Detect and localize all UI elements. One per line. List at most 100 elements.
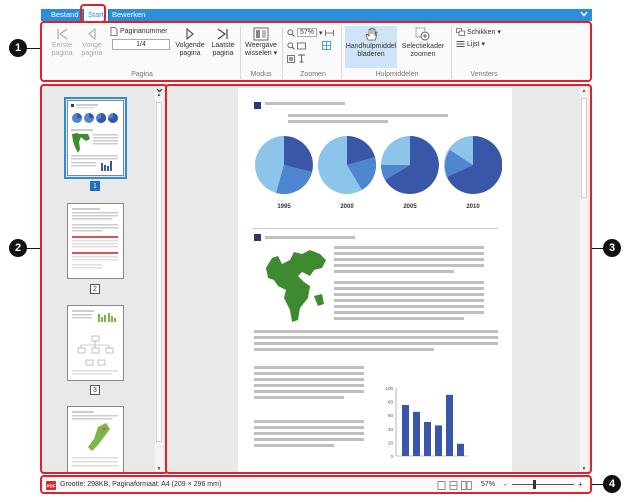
chevron-down-icon[interactable]	[580, 10, 588, 18]
list-label: Lijst	[467, 40, 480, 48]
bar-chart-tick-label: 60	[388, 413, 394, 418]
bar-chart-bar	[424, 422, 431, 456]
section-marker	[254, 102, 261, 109]
group-label-modus: Modus	[250, 71, 272, 78]
actual-size-icon[interactable]	[322, 41, 331, 50]
list-button[interactable]: Lijst ▾	[456, 40, 485, 48]
bar-chart-tick-label: 20	[388, 440, 394, 445]
zoom-in-button[interactable]: +	[578, 480, 583, 489]
text-placeholder	[288, 114, 448, 117]
group-label-hulpmiddelen: Hulpmiddelen	[375, 71, 419, 78]
bar-chart-bar	[402, 405, 409, 456]
svg-text:PDF: PDF	[47, 484, 56, 489]
zoom-dropdown-caret-icon[interactable]: ▾	[319, 29, 323, 37]
zoom-value-field[interactable]: 57%	[297, 28, 318, 37]
callout-2: 2	[9, 239, 27, 257]
tab-bewerken[interactable]: Bewerken	[108, 9, 149, 21]
document-scrollbar[interactable]: ▲ ▼	[580, 88, 588, 472]
thumbnail-scrollbar[interactable]: ▲ ▼	[155, 92, 163, 472]
document-info: Grootte: 298KB, Paginaformaat: A4 (209 ×…	[60, 481, 222, 488]
scroll-thumb[interactable]	[581, 98, 587, 198]
two-page-view-icon[interactable]	[461, 481, 472, 490]
thumbnail-number-1: 1	[90, 181, 100, 191]
bar-chart-tick-label: 0	[390, 454, 393, 459]
group-label-pagina: Pagina	[131, 71, 153, 78]
fit-width-icon[interactable]	[324, 29, 334, 37]
previous-page-icon	[88, 27, 96, 41]
list-icon	[456, 41, 465, 47]
status-zoom-value: 57%	[481, 481, 496, 488]
select-zoom-button[interactable]: Selectiekader zoomen	[400, 27, 446, 59]
thumbnail-number-3: 3	[90, 385, 100, 395]
last-page-button[interactable]: Laatste pagina	[208, 27, 238, 58]
callout-4: 4	[603, 475, 621, 493]
ribbon-separator	[240, 27, 241, 79]
next-page-label: Volgende pagina	[175, 42, 205, 57]
group-label-vensters: Vensters	[470, 71, 498, 78]
thumbnail-page-3[interactable]	[67, 305, 124, 381]
document-view: 1995 2000 2005 2010 100 80 60 40 20 0 ▲ …	[165, 84, 592, 474]
zoom-slider-thumb[interactable]	[532, 480, 536, 489]
tab-bestand[interactable]: Bestand	[47, 9, 83, 21]
bar-chart-tick-label: 100	[385, 386, 393, 391]
fit-page-icon[interactable]	[297, 42, 306, 50]
document-page: 1995 2000 2005 2010 100 80 60 40 20 0	[238, 88, 512, 472]
arrange-windows-icon	[456, 28, 465, 36]
heading-placeholder	[265, 236, 355, 239]
zoom-in-icon[interactable]	[287, 28, 295, 37]
thumbnail-preview	[72, 208, 118, 269]
scroll-thumb[interactable]	[156, 102, 162, 442]
callout-connector	[26, 48, 40, 49]
page-number-input[interactable]: 1/4	[112, 39, 170, 50]
view-switch-button[interactable]: Weergave wisselen ▾	[244, 27, 278, 58]
fit-visible-icon[interactable]	[287, 54, 295, 63]
mini-bar-chart: 100 80 60 40 20 0	[385, 386, 468, 459]
bar-chart-tick-label: 40	[388, 427, 394, 432]
bar-chart-bar	[446, 394, 453, 456]
scroll-up-icon[interactable]: ▲	[156, 92, 162, 98]
bar-chart-bar	[435, 425, 442, 456]
page-icon	[110, 27, 118, 36]
thumbnail-page-1[interactable]	[64, 97, 127, 179]
arrange-button[interactable]: Schikken ▾	[456, 28, 501, 36]
hand-tool-button[interactable]: Handhulpmiddel bladeren	[345, 27, 397, 59]
scroll-up-icon[interactable]: ▲	[581, 88, 587, 94]
zoom-out-icon[interactable]	[287, 41, 295, 50]
dropdown-caret-icon: ▾	[497, 29, 501, 36]
select-zoom-label: Selectiekader zoomen	[401, 43, 445, 58]
bar-chart-tick-label: 80	[388, 400, 394, 405]
first-page-button[interactable]: Eerste pagina	[48, 27, 76, 58]
pie-2005	[380, 136, 439, 194]
thumbnail-number-2: 2	[90, 284, 100, 294]
bar-chart-bar	[457, 443, 464, 456]
zoom-slider-track[interactable]	[512, 484, 574, 485]
zoom-row-3	[287, 54, 306, 63]
text-select-icon[interactable]	[297, 54, 306, 63]
previous-page-button[interactable]: Vorige pagina	[78, 27, 106, 58]
next-page-button[interactable]: Volgende pagina	[172, 27, 208, 58]
dropdown-caret-icon: ▾	[271, 50, 278, 57]
arrange-label: Schikken	[467, 28, 496, 36]
bar-chart-bar	[413, 411, 420, 456]
first-page-icon	[57, 28, 68, 40]
group-label-zoomen: Zoomen	[300, 71, 326, 78]
zoom-out-button[interactable]: -	[504, 480, 507, 489]
thumbnail-preview	[71, 104, 118, 171]
status-bar: PDF Grootte: 298KB, Paginaformaat: A4 (2…	[40, 475, 592, 494]
scroll-down-icon[interactable]: ▼	[581, 466, 587, 472]
thumbnail-page-2[interactable]	[67, 203, 124, 279]
single-page-view-icon[interactable]	[437, 481, 446, 490]
thumbnail-preview	[72, 310, 118, 375]
pdf-icon: PDF	[46, 481, 56, 490]
ribbon: Eerste pagina Vorige pagina Paginanummer…	[40, 21, 592, 82]
scroll-down-icon[interactable]: ▼	[156, 466, 162, 472]
thumbnail-preview	[72, 411, 118, 467]
continuous-view-icon[interactable]	[449, 481, 458, 490]
year-label-2005: 2005	[403, 204, 417, 210]
ribbon-tab-bar: Bestand Start Bewerken	[41, 9, 592, 22]
page-number-label-row: Paginanummer	[110, 27, 167, 36]
world-map-image	[266, 250, 326, 322]
last-page-label: Laatste pagina	[211, 42, 235, 57]
next-page-icon	[186, 27, 194, 41]
thumbnail-page-4[interactable]	[67, 406, 124, 472]
